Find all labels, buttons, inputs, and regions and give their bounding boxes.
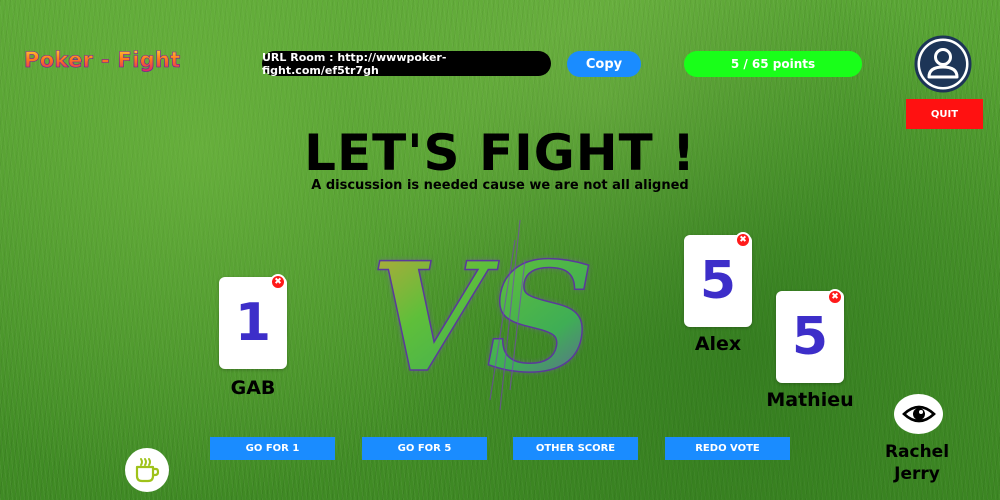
go-for-1-label: GO FOR 1: [245, 443, 300, 454]
eye-icon: [901, 405, 936, 423]
close-icon: ✖: [274, 276, 282, 287]
vote-card: 1: [219, 277, 287, 369]
spectators-toggle-button[interactable]: [894, 394, 943, 434]
quit-button-label: QUIT: [930, 108, 959, 120]
other-score-label: OTHER SCORE: [535, 443, 616, 454]
vote-card-value: 5: [791, 307, 829, 367]
go-for-5-button[interactable]: GO FOR 5: [362, 437, 487, 460]
versus-text: VS: [370, 230, 595, 406]
versus-graphic: VS VS: [369, 220, 595, 410]
close-icon: ✖: [831, 291, 839, 302]
remove-player-button[interactable]: ✖: [827, 289, 843, 305]
remove-player-button[interactable]: ✖: [270, 274, 286, 290]
page-subtitle: A discussion is needed cause we are not …: [311, 178, 689, 193]
copy-button-label: Copy: [585, 56, 623, 72]
user-circle-icon: [914, 35, 972, 93]
go-for-5-label: GO FOR 5: [397, 443, 452, 454]
vote-card: 5: [684, 235, 752, 327]
coffee-break-button[interactable]: [125, 448, 169, 492]
room-url-field: URL Room : http://wwwpoker-fight.com/ef5…: [262, 50, 551, 77]
player-name: Alex: [694, 333, 742, 355]
points-text: 5 / 65 points: [730, 57, 816, 71]
remove-player-button[interactable]: ✖: [735, 232, 751, 248]
coffee-cup-icon: [135, 458, 160, 483]
redo-vote-label: REDO VOTE: [695, 443, 760, 454]
spectator-name: Rachel: [884, 442, 950, 462]
close-icon: ✖: [739, 234, 747, 245]
other-score-button[interactable]: OTHER SCORE: [513, 437, 638, 460]
copy-url-button[interactable]: Copy: [567, 51, 641, 77]
spectator-name: Jerry: [894, 464, 940, 484]
vote-card-value: 5: [699, 251, 737, 311]
go-for-1-button[interactable]: GO FOR 1: [210, 437, 335, 460]
player-name: GAB: [230, 377, 276, 399]
room-url-text: URL Room : http://wwwpoker-fight.com/ef5…: [262, 50, 447, 77]
vote-card-value: 1: [234, 293, 272, 353]
app-logo: Poker - Fight: [24, 48, 181, 73]
user-avatar-button[interactable]: [914, 35, 972, 93]
points-badge: 5 / 65 points: [684, 51, 862, 77]
page-title: LET'S FIGHT !: [304, 124, 696, 182]
redo-vote-button[interactable]: REDO VOTE: [665, 437, 790, 460]
player-name: Mathieu: [766, 389, 854, 411]
